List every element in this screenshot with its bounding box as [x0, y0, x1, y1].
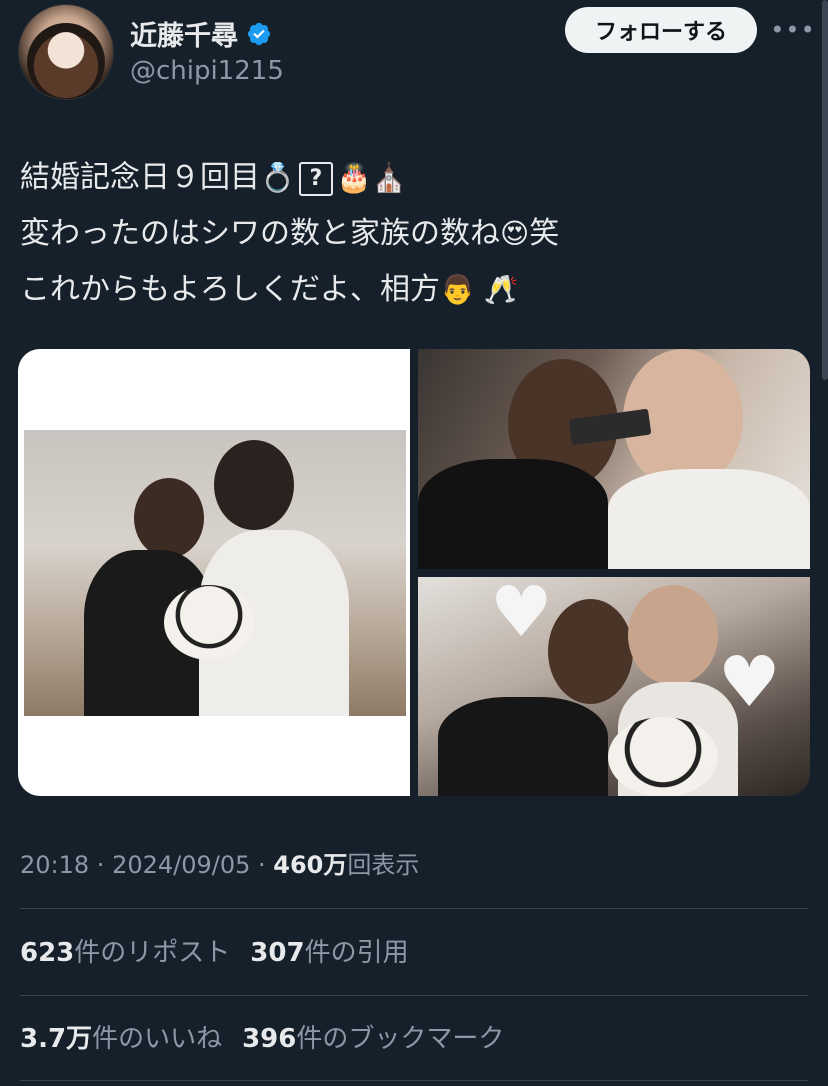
- display-name-row[interactable]: 近藤千尋: [130, 14, 272, 53]
- likes-stat[interactable]: 3.7万件のいいね: [20, 1024, 222, 1054]
- tweet-line-3: これからもよろしくだよ、相方👨 🥂: [20, 272, 519, 307]
- display-name[interactable]: 近藤千尋: [130, 14, 238, 53]
- views-label: 回表示: [347, 851, 420, 879]
- divider: [20, 1080, 808, 1081]
- reposts-stat[interactable]: 623件のリポスト: [20, 938, 230, 968]
- follow-button[interactable]: フォローする: [565, 7, 757, 53]
- engagement-row-2: 3.7万件のいいね 396件のブックマーク: [20, 1018, 504, 1055]
- ring-emoji-icon: 💍: [260, 161, 295, 194]
- heart-eyes-emoji-icon: 😍: [500, 217, 530, 250]
- man-champagne-emoji-icon: 👨 🥂: [440, 273, 519, 306]
- media-photo-3[interactable]: ♥ ♥: [418, 577, 810, 796]
- quotes-stat[interactable]: 307件の引用: [250, 938, 408, 968]
- verified-badge-icon: [247, 22, 271, 45]
- divider: [20, 995, 808, 996]
- couple-photo-image: [24, 430, 406, 716]
- media-grid: ♥ ♥: [18, 349, 810, 796]
- tweet-time[interactable]: 20:18: [20, 851, 89, 879]
- scrollbar[interactable]: [822, 0, 828, 380]
- unknown-emoji-icon: ?: [298, 161, 333, 196]
- tweet-line-2: 変わったのはシワの数と家族の数ね😍笑: [20, 216, 560, 251]
- divider: [20, 908, 808, 909]
- more-options-icon[interactable]: •••: [770, 12, 814, 48]
- views-count: 460万: [273, 851, 348, 879]
- profile-avatar[interactable]: [18, 4, 114, 100]
- tweet-line-1: 結婚記念日９回目💍? 🎂⛪: [20, 160, 407, 196]
- engagement-row-1: 623件のリポスト 307件の引用: [20, 932, 409, 969]
- tweet-date[interactable]: 2024/09/05: [112, 851, 250, 879]
- tweet-meta: 20:18 · 2024/09/05 · 460万回表示: [20, 851, 420, 879]
- media-photo-2[interactable]: [418, 349, 810, 569]
- tweet-text: 結婚記念日９回目💍? 🎂⛪ 変わったのはシワの数と家族の数ね😍笑 これからもよろし…: [20, 150, 810, 318]
- bookmarks-stat[interactable]: 396件のブックマーク: [242, 1024, 504, 1054]
- media-photo-1[interactable]: [18, 349, 410, 796]
- cake-chapel-emoji-icon: 🎂⛪: [336, 161, 407, 194]
- user-handle[interactable]: @chipi1215: [130, 56, 284, 86]
